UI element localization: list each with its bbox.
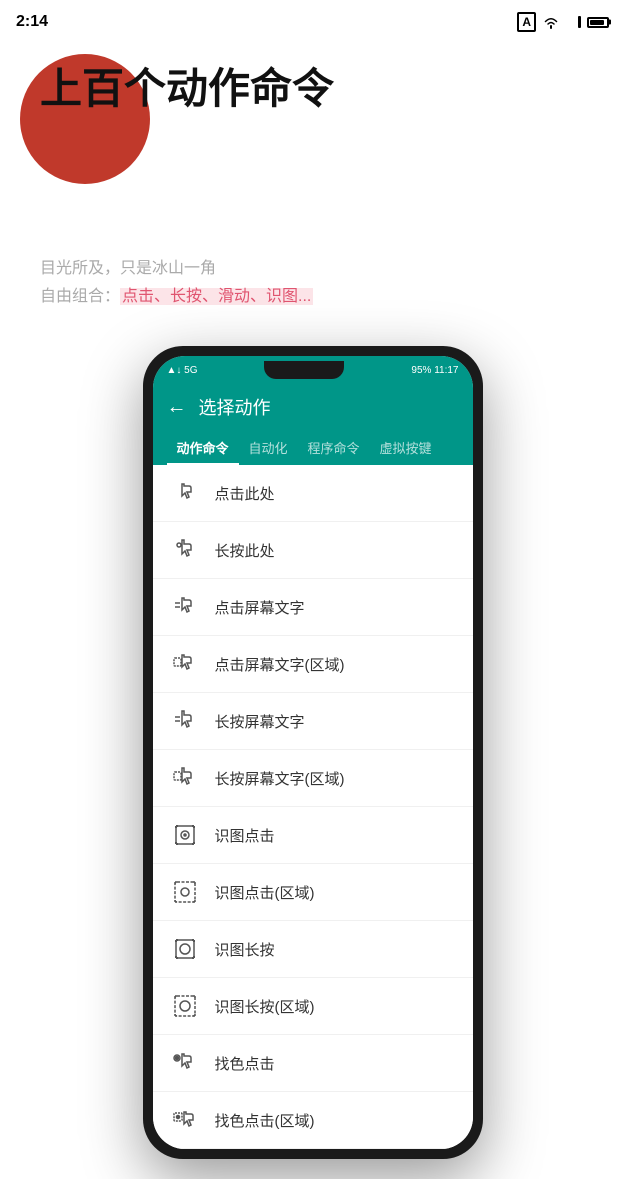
- battery-icon: [587, 17, 609, 28]
- list-item[interactable]: 点击屏幕文字(区域): [153, 636, 473, 693]
- phone-status-left: ▲↓ 5G: [167, 365, 198, 376]
- phone-status-bar: ▲↓ 5G 95% 11:17: [153, 356, 473, 384]
- list-label: 识图点击: [215, 825, 275, 846]
- tab-automation[interactable]: 自动化: [239, 430, 298, 465]
- phone-toolbar: ← 选择动作: [153, 384, 473, 430]
- list-item[interactable]: 找色点击: [153, 1035, 473, 1092]
- tab-virtual-keys[interactable]: 虚拟按键: [370, 430, 442, 465]
- signal-icon: [566, 16, 581, 28]
- image-longpress-region-icon: [169, 990, 201, 1022]
- tap-icon: [169, 477, 201, 509]
- tab-program-commands[interactable]: 程序命令: [298, 430, 370, 465]
- phone-screen: ▲↓ 5G 95% 11:17 ← 选择动作 动作命令 自动化 程序命令: [153, 356, 473, 1149]
- longpress-text-icon: [169, 705, 201, 737]
- list-item[interactable]: 识图点击(区域): [153, 864, 473, 921]
- image-click-icon: [169, 819, 201, 851]
- list-item[interactable]: 长按屏幕文字(区域): [153, 750, 473, 807]
- phone-notch: [264, 361, 344, 379]
- subtitle-line1: 目光所及，只是冰山一角: [40, 254, 585, 278]
- tap-text-region-icon: [169, 648, 201, 680]
- list-item[interactable]: 找色点击(区域): [153, 1092, 473, 1149]
- hero-section: 上百个动作命令 目光所及，只是冰山一角 自由组合：点击、长按、滑动、识图...: [0, 44, 625, 316]
- phone-status-right: 95% 11:17: [411, 365, 458, 376]
- status-icons: A: [517, 12, 609, 32]
- list-item[interactable]: 识图长按: [153, 921, 473, 978]
- list-label: 识图点击(区域): [215, 882, 315, 903]
- phone-list: 点击此处 长按此处: [153, 465, 473, 1149]
- phone-tabs: 动作命令 自动化 程序命令 虚拟按键: [153, 430, 473, 465]
- phone-toolbar-title: 选择动作: [199, 394, 271, 420]
- list-item[interactable]: 长按此处: [153, 522, 473, 579]
- list-label: 点击此处: [215, 483, 275, 504]
- image-click-region-icon: [169, 876, 201, 908]
- hero-title: 上百个动作命令: [30, 64, 595, 114]
- list-item[interactable]: 识图长按(区域): [153, 978, 473, 1035]
- status-time: 2:14: [16, 13, 48, 31]
- list-label: 找色点击(区域): [215, 1110, 315, 1131]
- list-label: 识图长按: [215, 939, 275, 960]
- longpress-text-region-icon: [169, 762, 201, 794]
- sim-icon: A: [517, 12, 536, 32]
- tab-action-commands[interactable]: 动作命令: [167, 430, 239, 465]
- list-label: 点击屏幕文字(区域): [215, 654, 345, 675]
- phone-mockup: ▲↓ 5G 95% 11:17 ← 选择动作 动作命令 自动化 程序命令: [143, 346, 483, 1159]
- status-bar: 2:14 A: [0, 0, 625, 44]
- hero-subtitle: 目光所及，只是冰山一角 自由组合：点击、长按、滑动、识图...: [30, 254, 595, 306]
- list-label: 长按屏幕文字: [215, 711, 305, 732]
- list-item[interactable]: 点击此处: [153, 465, 473, 522]
- list-item[interactable]: 识图点击: [153, 807, 473, 864]
- list-item[interactable]: 长按屏幕文字: [153, 693, 473, 750]
- list-label: 长按屏幕文字(区域): [215, 768, 345, 789]
- subtitle2-prefix: 自由组合：: [40, 288, 120, 305]
- list-label: 识图长按(区域): [215, 996, 315, 1017]
- list-label: 长按此处: [215, 540, 275, 561]
- list-label: 找色点击: [215, 1053, 275, 1074]
- image-longpress-icon: [169, 933, 201, 965]
- subtitle2-highlight: 点击、长按、滑动、识图...: [120, 288, 313, 305]
- wifi-icon: [542, 15, 560, 29]
- color-click-icon: [169, 1047, 201, 1079]
- back-button[interactable]: ←: [167, 396, 187, 419]
- tap-text-icon: [169, 591, 201, 623]
- list-item[interactable]: 点击屏幕文字: [153, 579, 473, 636]
- subtitle-line2: 自由组合：点击、长按、滑动、识图...: [40, 282, 585, 306]
- list-label: 点击屏幕文字: [215, 597, 305, 618]
- color-click-region-icon: [169, 1104, 201, 1136]
- phone-container: ▲↓ 5G 95% 11:17 ← 选择动作 动作命令 自动化 程序命令: [0, 346, 625, 1179]
- longpress-icon: [169, 534, 201, 566]
